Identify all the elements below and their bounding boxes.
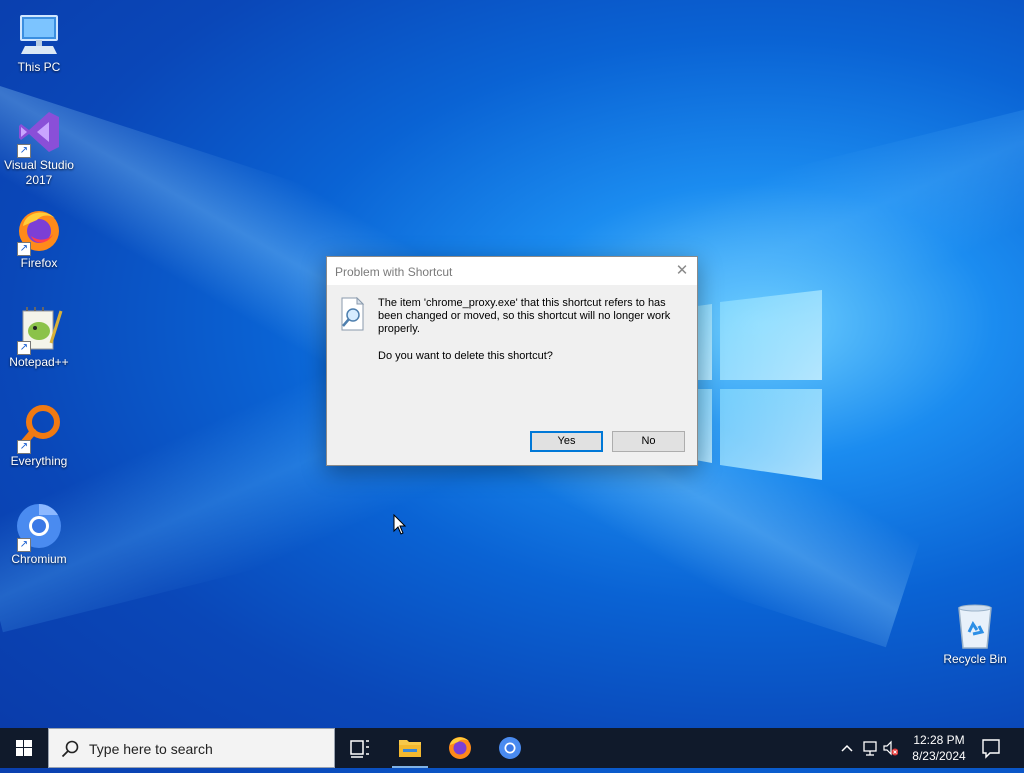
firefox-taskbar-button[interactable] <box>436 728 484 768</box>
firefox-icon: ↗ <box>15 206 63 256</box>
desktop-icon-label: Firefox <box>20 256 58 270</box>
dialog-titlebar[interactable]: Problem with Shortcut ✕ <box>327 257 697 285</box>
shortcut-arrow-icon: ↗ <box>17 538 31 552</box>
desktop-icon-label: Recycle Bin <box>943 652 1007 666</box>
desktop-icon-label: Chromium <box>11 552 67 566</box>
desktop-icon-visual-studio[interactable]: ↗ Visual Studio 2017 <box>1 108 77 188</box>
visual-studio-icon: ↗ <box>15 108 63 158</box>
no-button[interactable]: No <box>612 431 685 452</box>
system-tray <box>838 728 899 768</box>
desktop-icon-this-pc[interactable]: This PC <box>1 10 77 75</box>
file-explorer-taskbar-button[interactable] <box>386 728 434 768</box>
close-button[interactable]: ✕ <box>667 257 697 285</box>
desktop-icon-label: Everything <box>10 454 68 468</box>
notification-icon <box>982 739 1000 759</box>
desktop-icon-label: This PC <box>17 60 61 74</box>
wallpaper-windows-logo <box>690 290 822 480</box>
search-placeholder: Type here to search <box>89 741 213 757</box>
desktop-icon-label: Notepad++ <box>9 355 69 369</box>
recycle-bin-icon <box>951 602 999 650</box>
mouse-pointer-icon <box>393 514 407 535</box>
dialog-message: The item 'chrome_proxy.exe' that this sh… <box>378 297 671 335</box>
folder-icon <box>399 740 421 757</box>
dialog-question: Do you want to delete this shortcut? <box>378 350 553 362</box>
shortcut-arrow-icon: ↗ <box>17 341 31 355</box>
windows-start-icon <box>16 740 32 756</box>
clock-time: 12:28 PM <box>913 733 965 747</box>
taskbar-clock[interactable]: 12:28 PM 8/23/2024 <box>900 732 978 764</box>
desktop-icon-recycle-bin[interactable]: Recycle Bin <box>937 602 1013 667</box>
volume-muted-icon[interactable] <box>883 740 899 756</box>
desktop-icon-everything[interactable]: ↗ Everything <box>1 404 77 469</box>
yes-button[interactable]: Yes <box>530 431 603 452</box>
task-view-icon <box>350 740 369 758</box>
document-search-icon <box>341 297 365 331</box>
shortcut-arrow-icon: ↗ <box>17 144 31 158</box>
desktop-icon-firefox[interactable]: ↗ Firefox <box>1 206 77 271</box>
computer-icon <box>15 10 63 58</box>
desktop-icon-notepad-plus-plus[interactable]: ↗ Notepad++ <box>1 305 77 370</box>
task-view-button[interactable] <box>336 728 384 768</box>
show-hidden-icons-chevron-icon[interactable] <box>841 744 853 752</box>
chromium-icon: ↗ <box>15 502 63 552</box>
shortcut-arrow-icon: ↗ <box>17 440 31 454</box>
desktop-icon-chromium[interactable]: ↗ Chromium <box>1 502 77 567</box>
problem-with-shortcut-dialog: Problem with Shortcut ✕ The item 'chrome… <box>326 256 698 466</box>
clock-date: 8/23/2024 <box>912 749 966 763</box>
notepad-plus-plus-icon: ↗ <box>15 305 63 355</box>
taskbar: Type here to search 12:28 PM 8/23/2024 <box>0 728 1024 768</box>
firefox-icon <box>449 737 471 759</box>
search-icon <box>61 740 79 758</box>
network-icon[interactable] <box>863 741 877 756</box>
shortcut-arrow-icon: ↗ <box>17 242 31 256</box>
action-center-button[interactable] <box>968 728 1014 768</box>
chromium-taskbar-button[interactable] <box>486 728 534 768</box>
taskbar-search-box[interactable]: Type here to search <box>48 728 335 768</box>
dialog-title: Problem with Shortcut <box>335 265 453 279</box>
everything-search-icon: ↗ <box>15 404 63 454</box>
desktop-icon-label: Visual Studio 2017 <box>4 158 74 187</box>
start-button[interactable] <box>0 728 48 768</box>
chromium-icon <box>499 737 521 759</box>
